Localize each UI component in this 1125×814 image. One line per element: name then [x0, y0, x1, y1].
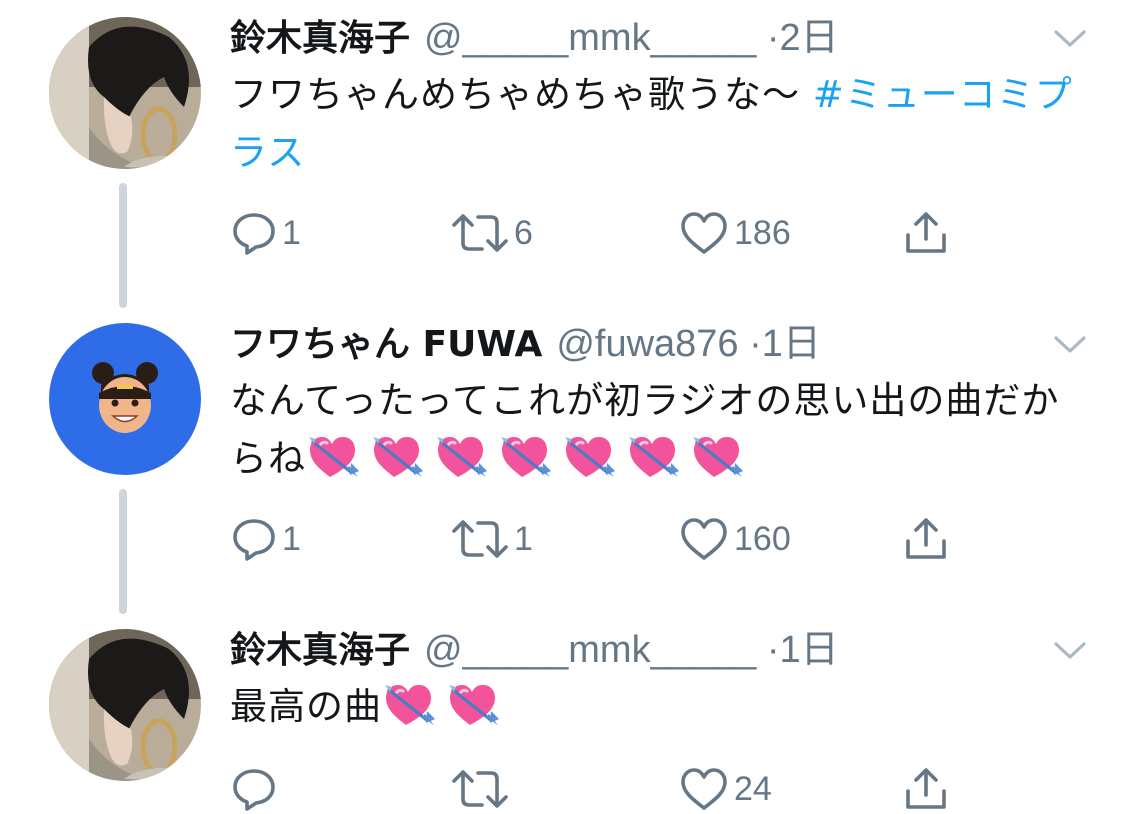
share-upload-icon [902, 765, 950, 813]
share-button[interactable] [902, 764, 950, 814]
tweet-header: フワちゃん FUWA @fuwa876 ·1日 [230, 318, 1065, 370]
heart-outline-icon [678, 515, 730, 563]
reply-button[interactable]: 1 [230, 514, 301, 564]
speech-bubble-icon [230, 209, 278, 257]
tweet-actions: 1 6 186 [230, 208, 990, 258]
timestamp[interactable]: 1日 [762, 323, 821, 365]
tweet-actions: 1 1 160 [230, 514, 990, 564]
heart-with-arrow-icon [306, 431, 360, 481]
heart-outline-icon [678, 765, 730, 813]
avatar[interactable] [49, 17, 201, 169]
tweet-text: なんてったってこれが初ラジオの思い出の曲だからね [230, 372, 1080, 488]
chevron-down-icon[interactable] [1053, 640, 1087, 662]
heart-with-arrow-icon [690, 431, 744, 481]
chevron-down-icon[interactable] [1053, 28, 1087, 50]
tweet-text: フワちゃんめちゃめちゃ歌うな〜 #ミューコミプラス [230, 66, 1080, 182]
tweet-body-text: 最高の曲 [230, 685, 382, 728]
retweet-arrows-icon [450, 765, 510, 813]
profile-photo [49, 17, 201, 169]
like-count: 160 [734, 519, 791, 558]
heart-with-arrow-icon [446, 679, 500, 729]
like-count: 186 [734, 213, 791, 252]
retweet-arrows-icon [450, 209, 510, 257]
tweet-header: 鈴木真海子 @_____mmk_____ ·1日 [230, 624, 1065, 676]
chevron-down-icon[interactable] [1053, 334, 1087, 356]
retweet-count: 1 [514, 519, 533, 558]
tweet-1[interactable]: 鈴木真海子 @_____mmk_____ ·2日 フワちゃんめちゃめちゃ歌うな〜 … [0, 0, 1125, 308]
display-name[interactable]: フワちゃん FUWA [230, 324, 542, 365]
display-name[interactable]: 鈴木真海子 [230, 630, 410, 671]
user-handle[interactable]: @_____mmk_____ [424, 629, 756, 671]
speech-bubble-icon [230, 515, 278, 563]
tweet-header: 鈴木真海子 @_____mmk_____ ·2日 [230, 12, 1065, 64]
heart-with-arrow-icon [434, 431, 488, 481]
reply-count: 1 [282, 213, 301, 252]
retweet-button[interactable] [450, 764, 514, 814]
tweet-actions: 24 [230, 764, 990, 814]
retweet-button[interactable]: 6 [450, 208, 533, 258]
speech-bubble-icon [230, 765, 278, 813]
like-button[interactable]: 186 [678, 208, 791, 258]
like-count: 24 [734, 769, 772, 808]
avatar[interactable] [49, 629, 201, 781]
tweet-3[interactable]: 鈴木真海子 @_____mmk_____ ·1日 最高の曲 24 [0, 612, 1125, 814]
user-handle[interactable]: @fuwa876 [556, 323, 738, 365]
reply-count: 1 [282, 519, 301, 558]
share-button[interactable] [902, 514, 950, 564]
reply-button[interactable]: 1 [230, 208, 301, 258]
thread-line [119, 183, 127, 308]
share-upload-icon [902, 515, 950, 563]
heart-with-arrow-icon [382, 679, 436, 729]
reply-button[interactable] [230, 764, 282, 814]
share-upload-icon [902, 209, 950, 257]
share-button[interactable] [902, 208, 950, 258]
separator: · [766, 17, 780, 59]
retweet-count: 6 [514, 213, 533, 252]
user-handle[interactable]: @_____mmk_____ [424, 17, 756, 59]
separator: · [749, 323, 762, 365]
tweet-body-text: フワちゃんめちゃめちゃ歌うな〜 [230, 73, 813, 116]
timestamp[interactable]: 2日 [779, 17, 838, 59]
timestamp[interactable]: 1日 [779, 629, 838, 671]
like-button[interactable]: 160 [678, 514, 791, 564]
emoji-group [306, 437, 754, 480]
avatar[interactable] [49, 323, 201, 475]
tweet-2[interactable]: フワちゃん FUWA @fuwa876 ·1日 なんてったってこれが初ラジオの思い… [0, 306, 1125, 614]
tweet-text: 最高の曲 [230, 678, 1080, 736]
retweet-button[interactable]: 1 [450, 514, 533, 564]
heart-with-arrow-icon [498, 431, 552, 481]
like-button[interactable]: 24 [678, 764, 772, 814]
profile-photo [49, 629, 201, 781]
heart-with-arrow-icon [562, 431, 616, 481]
display-name[interactable]: 鈴木真海子 [230, 18, 410, 59]
profile-photo [49, 323, 201, 475]
thread-line [119, 489, 127, 614]
retweet-arrows-icon [450, 515, 510, 563]
separator: · [766, 629, 780, 671]
heart-with-arrow-icon [626, 431, 680, 481]
heart-with-arrow-icon [370, 431, 424, 481]
emoji-group [382, 685, 510, 728]
heart-outline-icon [678, 209, 730, 257]
